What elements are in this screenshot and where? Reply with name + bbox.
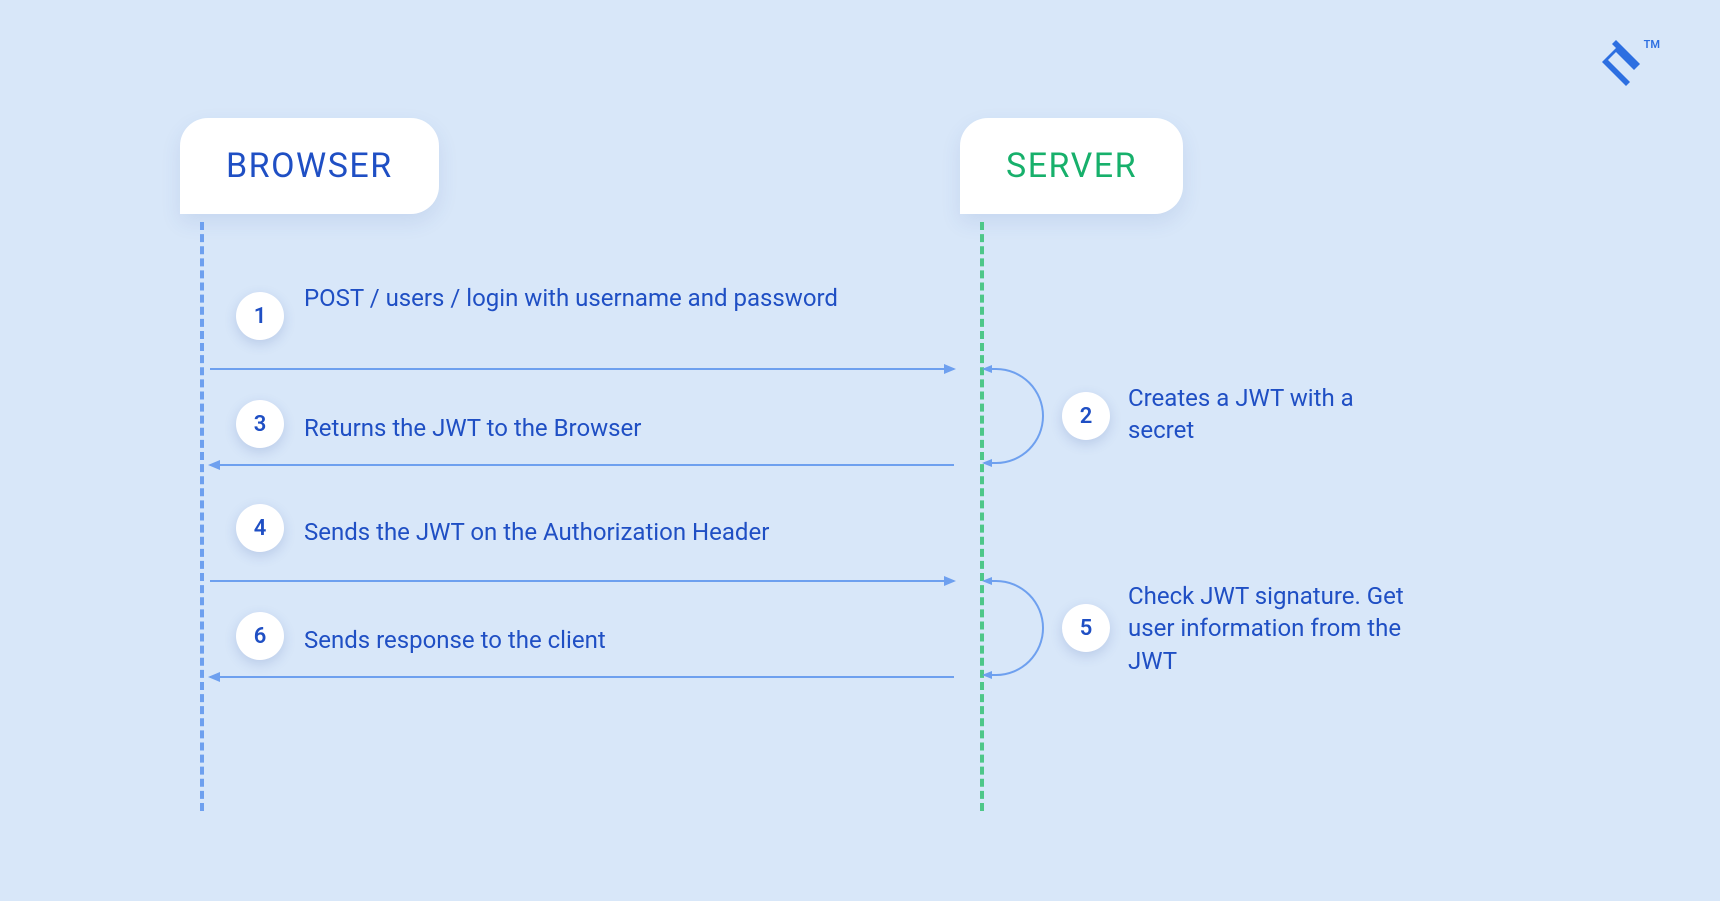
step-3-text: Returns the JWT to the Browser	[304, 412, 924, 444]
step-2-badge: 2	[1062, 392, 1110, 440]
server-lifeline	[980, 222, 984, 811]
step-1-badge: 1	[236, 292, 284, 340]
step-6-text: Sends response to the client	[304, 624, 924, 656]
jwt-flow-diagram: TM BROWSER SERVER 1 POST / users / login…	[0, 0, 1720, 901]
connector-step-5	[984, 580, 1044, 676]
step-5-number: 5	[1080, 616, 1093, 641]
step-3-number: 3	[254, 412, 267, 437]
step-4-number: 4	[254, 516, 267, 541]
server-header: SERVER	[960, 118, 1183, 214]
arrow-4-to-server	[210, 580, 954, 582]
step-3-badge: 3	[236, 400, 284, 448]
step-1-text: POST / users / login with username and p…	[304, 282, 924, 314]
step-2-text: Creates a JWT with a secret	[1128, 382, 1358, 447]
toptal-icon	[1602, 40, 1640, 86]
arrow-1-to-server	[210, 368, 954, 370]
step-1-number: 1	[254, 304, 267, 329]
server-header-label: SERVER	[1006, 146, 1137, 186]
step-6-number: 6	[254, 624, 267, 649]
brand-logo: TM	[1602, 40, 1660, 86]
arrow-3-to-browser	[210, 464, 954, 466]
step-6-badge: 6	[236, 612, 284, 660]
browser-header-label: BROWSER	[226, 146, 393, 186]
connector-step-2	[984, 368, 1044, 464]
step-5-text: Check JWT signature. Get user informatio…	[1128, 580, 1428, 677]
browser-header: BROWSER	[180, 118, 439, 214]
trademark-label: TM	[1644, 38, 1660, 51]
step-2-number: 2	[1080, 404, 1093, 429]
browser-lifeline	[200, 222, 204, 811]
step-4-badge: 4	[236, 504, 284, 552]
step-4-text: Sends the JWT on the Authorization Heade…	[304, 516, 924, 548]
arrow-6-to-browser	[210, 676, 954, 678]
step-5-badge: 5	[1062, 604, 1110, 652]
